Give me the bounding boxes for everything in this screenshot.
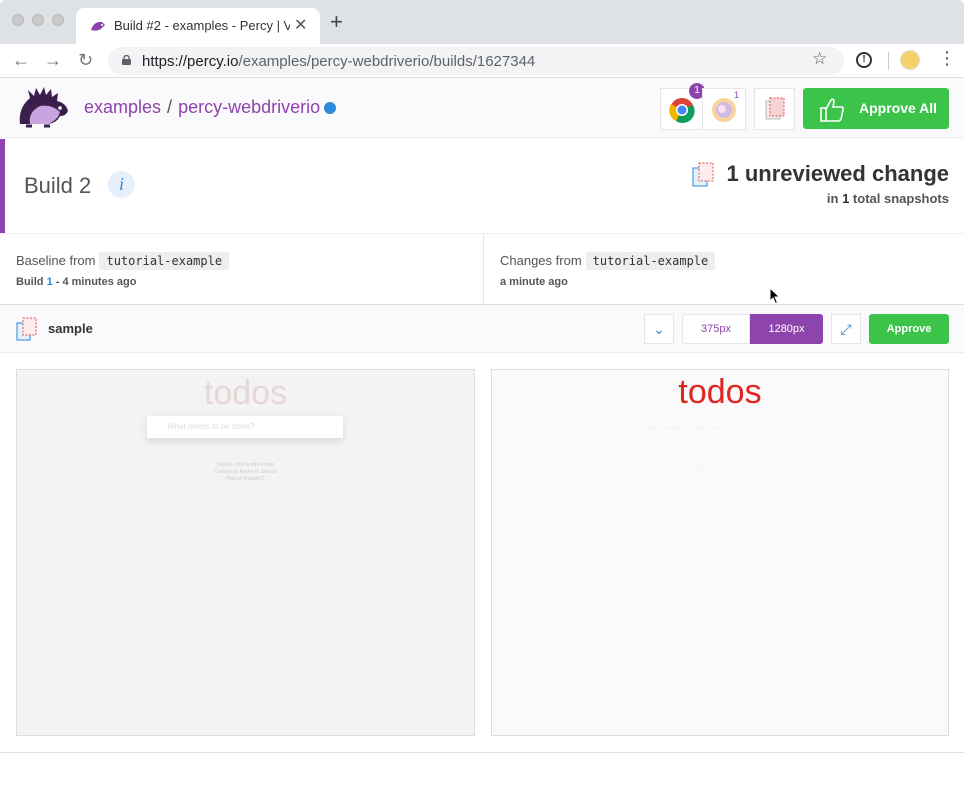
org-link[interactable]: examples <box>84 97 161 117</box>
snapshot-diff-icon <box>16 317 37 341</box>
changes-info: Changes from tutorial-example a minute ag… <box>500 252 716 288</box>
forward-arrow-icon[interactable]: → <box>44 50 62 71</box>
collapse-chevron-icon[interactable]: ⌄ <box>644 314 674 344</box>
width-1280-button[interactable]: 1280px <box>750 314 823 344</box>
project-link[interactable]: percy-webdriverio <box>178 97 320 117</box>
browser-menu-icon[interactable]: ⋮ <box>938 48 956 69</box>
baseline-footer-line: Double-click to edit a todo <box>216 462 275 468</box>
address-bar[interactable]: https://percy.io/examples/percy-webdrive… <box>108 47 844 75</box>
baseline-branch: tutorial-example <box>99 252 230 270</box>
changes-screenshot[interactable]: todos What needs to be done? Double-clic… <box>491 369 949 736</box>
changes-time: a minute ago <box>500 276 568 288</box>
percy-favicon-icon <box>91 21 105 31</box>
url-text: https://percy.io/examples/percy-webdrive… <box>142 53 536 70</box>
extension-info-icon[interactable]: ! <box>856 52 872 68</box>
tab-close-icon[interactable]: ✕ <box>294 15 307 35</box>
changes-footer-line: Double-click to edit a todo <box>691 464 749 470</box>
browser-toolbar: ← → ↻ https://percy.io/examples/percy-we… <box>0 44 964 78</box>
baseline-todos-title: todos <box>203 374 288 412</box>
close-window-button[interactable] <box>12 14 24 26</box>
approve-all-button[interactable]: Approve All <box>803 88 949 129</box>
percy-header: examples / percy-webdriverio 1 1 Approve A… <box>0 78 964 138</box>
breadcrumb-separator: / <box>167 97 173 117</box>
baseline-screenshot[interactable]: todos What needs to be done? Double-clic… <box>16 369 475 736</box>
firefox-browser-toggle[interactable] <box>702 88 746 130</box>
firefox-change-count: 1 <box>734 90 740 100</box>
changes-todo-input: What needs to be done? <box>622 418 818 440</box>
build-header: Build 2 i 1 unreviewed change in 1 total… <box>0 139 964 233</box>
tab-title: Build #2 - examples - Percy | V <box>114 18 290 33</box>
public-globe-icon <box>324 102 337 115</box>
diff-toggle-button[interactable] <box>754 88 795 130</box>
back-arrow-icon[interactable]: ← <box>12 50 30 71</box>
changes-branch: tutorial-example <box>585 252 716 270</box>
browser-titlebar: Build #2 - examples - Percy | V ✕ + <box>0 0 964 44</box>
minimize-window-button[interactable] <box>32 14 44 26</box>
firefox-icon <box>712 98 736 122</box>
toolbar-separator <box>888 52 889 70</box>
baseline-info: Baseline from tutorial-example Build 1 - … <box>16 252 230 288</box>
changes-label: Changes from <box>500 253 582 268</box>
maximize-window-button[interactable] <box>52 14 64 26</box>
profile-avatar[interactable] <box>900 50 920 70</box>
total-snapshots: in 1 total snapshots <box>826 191 949 206</box>
bookmark-star-icon[interactable]: ☆ <box>812 49 827 69</box>
diff-icon <box>765 97 785 120</box>
reload-icon[interactable]: ↻ <box>78 50 93 71</box>
percy-logo-icon[interactable] <box>16 86 70 130</box>
baseline-label: Baseline from <box>16 253 96 268</box>
breadcrumb: examples / percy-webdriverio <box>84 97 337 118</box>
approve-all-label: Approve All <box>859 100 938 116</box>
unreviewed-change-count: 1 unreviewed change <box>726 161 949 186</box>
thumbs-up-icon <box>820 98 845 122</box>
comparison-divider <box>483 234 484 306</box>
chrome-icon <box>669 98 695 123</box>
baseline-todo-input: What needs to be done? <box>147 416 343 438</box>
page-divider <box>0 752 964 753</box>
baseline-footer-line: Created by Remo H. Jansen <box>213 469 278 475</box>
snapshot-name: sample <box>48 321 93 336</box>
snapshot-header: sample ⌄ 375px 1280px ⤢ Approve <box>0 305 964 353</box>
mouse-cursor-icon <box>769 287 781 305</box>
baseline-build-link[interactable]: 1 <box>47 276 53 288</box>
browser-tab[interactable]: Build #2 - examples - Percy | V ✕ <box>76 8 320 44</box>
fullscreen-expand-icon[interactable]: ⤢ <box>831 314 861 344</box>
comparison-bar: Baseline from tutorial-example Build 1 - … <box>0 233 964 306</box>
build-info-icon[interactable]: i <box>108 171 135 198</box>
approve-snapshot-button[interactable]: Approve <box>869 314 949 344</box>
build-title: Build 2 <box>24 173 92 198</box>
baseline-footer-line: Part of TodoMVC <box>226 476 265 482</box>
baseline-time: - 4 minutes ago <box>55 276 137 288</box>
unreviewed-diff-icon <box>692 162 714 187</box>
lock-icon <box>122 55 131 65</box>
changes-todos-title: todos <box>678 373 762 411</box>
width-375-button[interactable]: 375px <box>682 314 750 344</box>
new-tab-button[interactable]: + <box>330 11 343 33</box>
